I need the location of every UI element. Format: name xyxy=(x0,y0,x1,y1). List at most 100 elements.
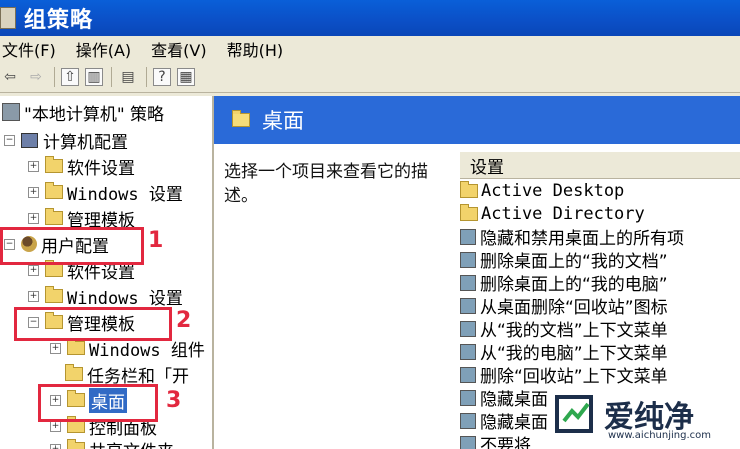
list-item[interactable]: 从桌面删除“回收站”图标 xyxy=(460,294,668,318)
policy-icon xyxy=(2,103,20,121)
annotation-number-3: 3 xyxy=(166,388,182,413)
tree-item-label: 计算机配置 xyxy=(43,132,128,153)
up-level-icon[interactable]: ⇧ xyxy=(61,68,79,86)
setting-icon xyxy=(460,228,476,245)
folder-icon xyxy=(45,182,63,199)
tree-item-c-windows[interactable]: + Windows 设置 xyxy=(28,180,183,205)
list-item[interactable]: 删除桌面上的“我的电脑” xyxy=(460,271,668,295)
list-item-label: 删除桌面上的“我的文档” xyxy=(480,252,668,272)
group-policy-app-icon xyxy=(0,7,16,29)
annotation-box-1 xyxy=(0,227,144,265)
details-header-title: 桌面 xyxy=(262,109,304,133)
title-bar: 组策略 xyxy=(0,0,740,36)
folder-icon xyxy=(45,156,63,173)
list-item[interactable]: 隐藏桌面 xyxy=(460,386,548,410)
tree-item-u-windows[interactable]: + Windows 设置 xyxy=(28,284,183,309)
expand-icon[interactable]: + xyxy=(28,186,39,198)
list-item-label: Active Directory xyxy=(481,203,645,224)
list-item-label: 不要将 xyxy=(480,436,531,449)
tree-item-computer-config[interactable]: − 计算机配置 xyxy=(4,128,128,153)
expand-icon[interactable]: + xyxy=(50,342,61,354)
setting-icon xyxy=(460,251,476,268)
list-item-label: 隐藏桌面 xyxy=(480,390,548,410)
show-hide-tree-icon[interactable]: ▥ xyxy=(85,68,103,86)
folder-icon xyxy=(67,338,85,355)
expand-icon[interactable]: + xyxy=(28,212,39,224)
expand-icon[interactable]: + xyxy=(50,443,61,449)
folder-icon xyxy=(67,439,85,449)
expand-icon[interactable]: + xyxy=(28,290,39,302)
list-item[interactable]: 从“我的文档”上下文菜单 xyxy=(460,317,668,341)
list-item[interactable]: 不要将 xyxy=(460,432,531,449)
list-item-label: 隐藏桌面 xyxy=(480,413,548,433)
menu-file[interactable]: 文件(F) xyxy=(2,37,56,61)
setting-icon xyxy=(460,435,476,449)
tree-item-u-admin-taskbar[interactable]: 任务栏和「开 xyxy=(65,362,189,387)
list-item[interactable]: 隐藏和禁用桌面上的所有项 xyxy=(460,225,684,249)
expand-icon[interactable]: + xyxy=(50,420,61,432)
setting-icon xyxy=(460,366,476,383)
setting-icon xyxy=(460,343,476,360)
column-header-settings[interactable]: 设置 xyxy=(460,152,740,179)
list-item[interactable]: Active Directory xyxy=(460,202,645,225)
tree-item-c-software[interactable]: + 软件设置 xyxy=(28,154,135,179)
watermark-logo-icon xyxy=(555,395,593,433)
expand-icon[interactable]: + xyxy=(28,160,39,172)
list-item-label: 从“我的电脑”上下文菜单 xyxy=(480,344,668,364)
list-item[interactable]: Active Desktop xyxy=(460,179,624,202)
expand-icon[interactable]: + xyxy=(28,264,39,276)
tree-item-label: 任务栏和「开 xyxy=(87,366,189,387)
toolbar: ⇦ ⇨ ⇧ ▥ ▤ ? ▦ xyxy=(0,62,740,93)
tree-item-label: 软件设置 xyxy=(67,158,135,179)
toolbar-separator xyxy=(146,67,147,87)
export-list-icon[interactable]: ▤ xyxy=(118,67,138,87)
tree-item-root[interactable]: "本地计算机" 策略 xyxy=(2,100,165,125)
toolbar-separator xyxy=(54,67,55,87)
folder-icon xyxy=(45,286,63,303)
setting-icon xyxy=(460,412,476,429)
properties-icon[interactable]: ▦ xyxy=(177,68,195,86)
annotation-box-3 xyxy=(38,384,158,422)
toolbar-separator xyxy=(111,67,112,87)
tree-item-label: "本地计算机" 策略 xyxy=(24,104,165,125)
list-item[interactable]: 从“我的电脑”上下文菜单 xyxy=(460,340,668,364)
folder-icon xyxy=(232,110,250,127)
tree-item-u-admin-shared[interactable]: + 共享文件夹 xyxy=(50,437,174,449)
tree-item-label: 共享文件夹 xyxy=(89,437,174,449)
list-item[interactable]: 删除桌面上的“我的文档” xyxy=(460,248,668,272)
help-icon[interactable]: ? xyxy=(153,68,171,86)
list-item-label: 删除“回收站”上下文菜单 xyxy=(480,367,668,387)
list-item[interactable]: 删除“回收站”上下文菜单 xyxy=(460,363,668,387)
menu-help[interactable]: 帮助(H) xyxy=(227,37,284,61)
computer-icon xyxy=(21,132,38,148)
column-header-label: 设置 xyxy=(470,157,504,178)
list-item-label: Active Desktop xyxy=(481,180,625,201)
window-title: 组策略 xyxy=(24,8,94,33)
folder-icon xyxy=(460,203,478,221)
list-item-label: 从“我的文档”上下文菜单 xyxy=(480,321,668,341)
list-item-label: 删除桌面上的“我的电脑” xyxy=(480,275,668,295)
annotation-number-2: 2 xyxy=(176,308,192,333)
setting-icon xyxy=(460,320,476,337)
list-item-label: 隐藏和禁用桌面上的所有项 xyxy=(480,229,684,249)
menu-view[interactable]: 查看(V) xyxy=(151,37,206,61)
folder-icon xyxy=(45,260,63,277)
watermark-url: www.aichunjing.com xyxy=(608,430,711,441)
details-header: 桌面 xyxy=(214,96,740,144)
annotation-number-1: 1 xyxy=(148,228,164,253)
folder-icon xyxy=(460,180,478,198)
folder-icon xyxy=(65,364,83,381)
menu-bar: 文件(F) 操作(A) 查看(V) 帮助(H) xyxy=(0,36,740,62)
annotation-box-2 xyxy=(14,307,172,341)
back-arrow-icon[interactable]: ⇦ xyxy=(0,67,20,87)
description-text: 选择一个项目来查看它的描述。 xyxy=(224,162,428,206)
list-item[interactable]: 隐藏桌面 xyxy=(460,409,548,433)
watermark: 爱纯净 www.aichunjing.com xyxy=(548,388,740,449)
folder-icon xyxy=(45,208,63,225)
tree-item-label: Windows 设置 xyxy=(67,288,183,309)
forward-arrow-icon[interactable]: ⇨ xyxy=(26,67,46,87)
menu-action[interactable]: 操作(A) xyxy=(76,37,131,61)
tree-item-label: Windows 设置 xyxy=(67,184,183,205)
setting-icon xyxy=(460,274,476,291)
collapse-icon[interactable]: − xyxy=(4,134,15,146)
